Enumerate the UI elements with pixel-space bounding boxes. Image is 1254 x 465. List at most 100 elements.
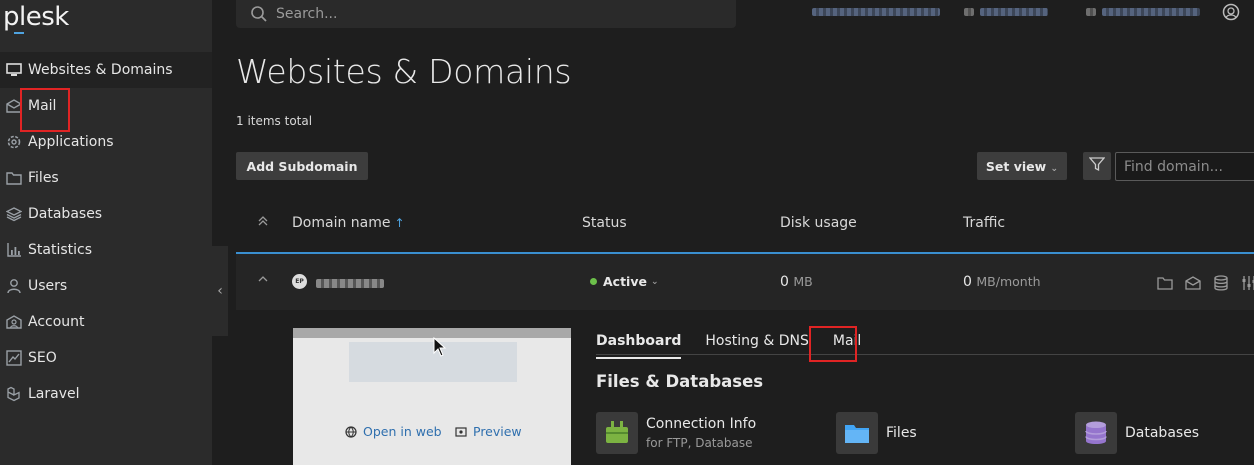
sidebar-item-label: Users [28, 278, 68, 294]
sidebar-item-label: Files [28, 170, 59, 186]
sort-ascending-icon: ↑ [394, 216, 405, 230]
sidebar-item-account[interactable]: Account [0, 304, 212, 340]
sidebar-item-label: SEO [28, 350, 57, 366]
sidebar-item-websites-domains[interactable]: Websites & Domains [0, 52, 212, 88]
preview-browser-bar [293, 328, 571, 338]
find-domain-input[interactable] [1115, 152, 1254, 181]
redacted-icon [1086, 8, 1096, 16]
folder-icon[interactable] [1156, 274, 1174, 292]
sidebar-item-files[interactable]: Files [0, 160, 212, 196]
redacted-header-info [980, 8, 1048, 16]
folder-icon [0, 171, 28, 185]
bar-chart-icon [0, 242, 28, 258]
app-root: plesk Websites & Domains Mail Applicatio… [0, 0, 1254, 465]
traffic-unit: MB/month [976, 274, 1041, 289]
envelope-icon [0, 99, 28, 113]
column-label: Domain name [292, 215, 391, 231]
logo-accent [14, 32, 24, 34]
column-traffic[interactable]: Traffic [963, 215, 1005, 231]
set-view-button[interactable]: Set view ⌄ [977, 152, 1067, 180]
sliders-icon[interactable] [1240, 274, 1254, 292]
globe-icon [345, 425, 357, 438]
tool-subtitle: for FTP, Database [646, 436, 753, 450]
laravel-icon [0, 386, 28, 402]
sidebar-item-label: Statistics [28, 242, 92, 258]
preview-link[interactable]: Preview [455, 424, 522, 439]
column-domain-name[interactable]: Domain name ↑ [292, 215, 405, 231]
add-subdomain-button[interactable]: Add Subdomain [236, 152, 368, 180]
redacted-domain-name[interactable] [316, 279, 384, 288]
plug-icon [596, 412, 638, 454]
filter-icon [1088, 156, 1106, 176]
sidebar-item-label: Laravel [28, 386, 80, 402]
redacted-icon [964, 8, 974, 16]
tool-name: Files [886, 425, 917, 441]
sidebar-item-label: Account [28, 314, 85, 330]
sidebar-nav: Websites & Domains Mail Applications Fil… [0, 52, 212, 412]
row-collapse-toggle[interactable] [258, 274, 268, 287]
profile-icon[interactable] [1222, 3, 1240, 21]
tool-files[interactable]: Files [836, 412, 917, 454]
chevron-down-icon: ⌄ [650, 276, 659, 287]
plesk-logo[interactable]: plesk [3, 2, 69, 32]
preview-label: Preview [473, 424, 522, 439]
sidebar-item-applications[interactable]: Applications [0, 124, 212, 160]
open-in-web-link[interactable]: Open in web [345, 424, 442, 439]
sidebar-item-statistics[interactable]: Statistics [0, 232, 212, 268]
items-count: 1 items total [236, 114, 313, 128]
tool-name: Connection Info [646, 416, 757, 432]
tool-connection-info[interactable]: Connection Info for FTP, Database [596, 412, 756, 454]
site-preview-thumbnail[interactable]: Open in web Preview [293, 328, 571, 465]
redacted-header-info [812, 8, 940, 16]
user-icon [0, 278, 28, 294]
expand-all-toggle[interactable] [258, 216, 268, 229]
sidebar-item-laravel[interactable]: Laravel [0, 376, 212, 412]
site-favicon: EP [292, 274, 307, 289]
traffic-value: 0 MB/month [963, 274, 1041, 290]
account-icon [0, 314, 28, 330]
status-label: Active [603, 274, 647, 289]
column-status[interactable]: Status [582, 215, 627, 231]
preview-icon [455, 426, 467, 437]
chevrons-up-icon [258, 216, 268, 226]
sidebar-item-label: Applications [28, 134, 114, 150]
mouse-cursor-icon [433, 336, 447, 361]
set-view-label: Set view [985, 158, 1047, 174]
sidebar-item-mail[interactable]: Mail [0, 88, 212, 124]
status-active-dot [590, 278, 597, 285]
tabs-divider [596, 354, 1254, 355]
filter-button[interactable] [1083, 152, 1111, 180]
gear-icon [0, 134, 28, 150]
global-search [236, 0, 736, 28]
database-icon [1075, 412, 1117, 454]
table-row [236, 254, 1254, 310]
folder-icon [836, 412, 878, 454]
sidebar-item-label: Websites & Domains [28, 62, 173, 78]
sidebar-item-seo[interactable]: SEO [0, 340, 212, 376]
disk-number: 0 [780, 274, 789, 290]
column-disk-usage[interactable]: Disk usage [780, 215, 857, 231]
layers-icon [0, 206, 28, 222]
monitor-icon [0, 63, 28, 77]
trend-icon [0, 350, 28, 366]
tool-name: Databases [1125, 425, 1200, 441]
open-in-web-label: Open in web [363, 424, 442, 439]
chevron-down-icon: ⌄ [1050, 163, 1059, 174]
search-icon [250, 5, 268, 23]
tool-databases[interactable]: Databases [1075, 412, 1199, 454]
row-quick-actions [1156, 274, 1254, 292]
disk-usage-value: 0 MB [780, 274, 813, 290]
sidebar-item-label: Databases [28, 206, 103, 222]
disk-unit: MB [793, 274, 813, 289]
chevron-left-icon: ‹ [217, 283, 223, 299]
redacted-header-info [1102, 8, 1200, 16]
database-icon[interactable] [1212, 274, 1230, 292]
search-input[interactable] [276, 6, 696, 22]
sidebar-collapse-toggle[interactable]: ‹ [212, 246, 228, 336]
sidebar-item-label: Mail [28, 98, 57, 114]
sidebar-item-users[interactable]: Users [0, 268, 212, 304]
status-dropdown[interactable]: Active ⌄ [590, 274, 659, 289]
chevron-up-icon [258, 276, 268, 282]
sidebar-item-databases[interactable]: Databases [0, 196, 212, 232]
envelope-icon[interactable] [1184, 274, 1202, 292]
